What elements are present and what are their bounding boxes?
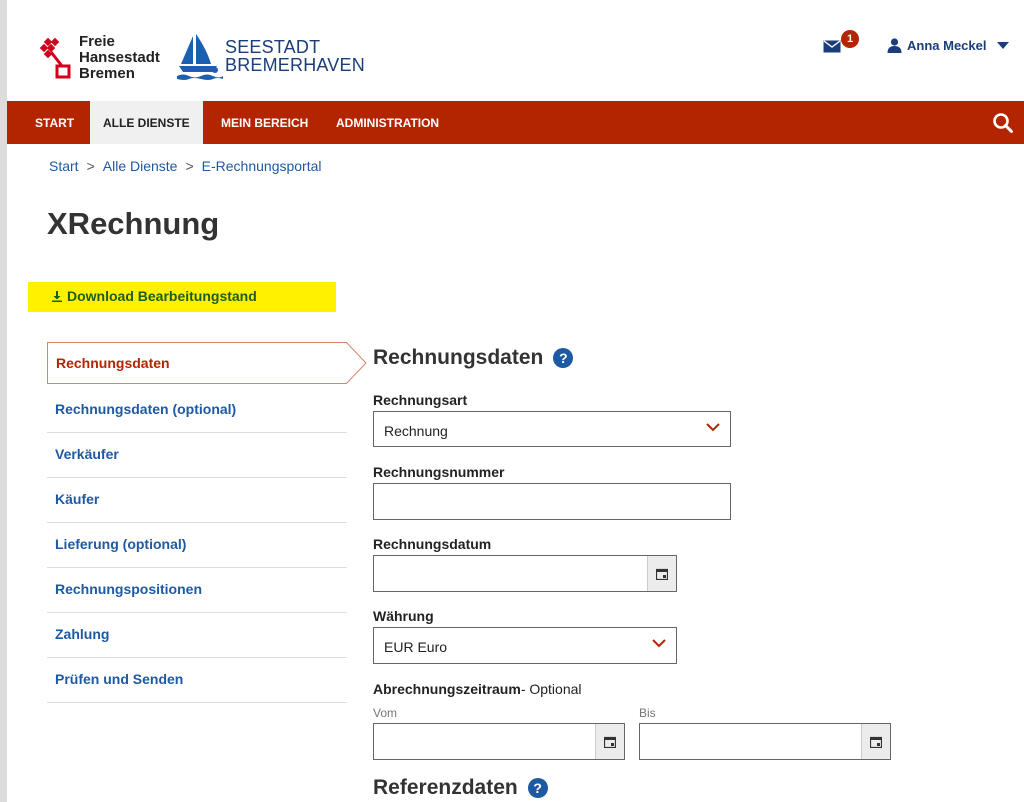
nav-item-administration[interactable]: ADMINISTRATION [336, 101, 439, 144]
sidenav-item-rechnungspositionen[interactable]: Rechnungspositionen [47, 568, 347, 613]
bremen-key-logo-icon [40, 37, 71, 79]
user-icon [887, 38, 902, 53]
calendar-icon [604, 736, 616, 748]
page-title: XRechnung [47, 206, 220, 241]
rechnungsnummer-label: Rechnungsnummer [373, 464, 505, 480]
seestadt-logo-text: SEESTADT BREMERHAVEN [225, 37, 365, 75]
nav-item-alle-dienste[interactable]: ALLE DIENSTE [90, 101, 203, 144]
next-section-title: Referenzdaten ? [373, 776, 548, 800]
breadcrumb-alle-dienste[interactable]: Alle Dienste [103, 158, 178, 174]
help-icon[interactable]: ? [553, 348, 574, 368]
section-title-text: Rechnungsdaten [373, 346, 544, 369]
chevron-down-icon [652, 639, 666, 648]
sidenav-item-kaeufer[interactable]: Käufer [47, 478, 347, 523]
rechnungsart-select[interactable]: Rechnung [373, 411, 731, 447]
help-icon[interactable]: ? [527, 778, 548, 798]
site-header: Freie Hansestadt Bremen SEESTADT BREMERH… [7, 0, 1024, 101]
abrechnungszeitraum-label: Abrechnungszeitraum- Optional [373, 681, 582, 697]
bremen-logo-text: Freie Hansestadt Bremen [79, 33, 160, 82]
bis-calendar-button[interactable] [861, 724, 890, 759]
main-navigation: START ALLE DIENSTE MEIN BEREICH ADMINIST… [7, 101, 1024, 144]
nav-item-start[interactable]: START [35, 101, 74, 144]
vom-date-input[interactable] [373, 723, 625, 760]
waehrung-value: EUR Euro [384, 639, 448, 655]
rechnungsdatum-calendar-button[interactable] [647, 556, 676, 591]
abrechnungszeitraum-label-text: Abrechnungszeitraum [373, 681, 521, 697]
calendar-icon [870, 736, 882, 748]
breadcrumb-e-rechnungsportal[interactable]: E-Rechnungsportal [202, 158, 322, 174]
download-icon [52, 290, 62, 302]
download-highlight: Download Bearbeitungstand [28, 282, 336, 312]
sidenav-item-zahlung[interactable]: Zahlung [47, 613, 347, 658]
rechnungsart-label: Rechnungsart [373, 392, 468, 408]
sidenav-item-rechnungsdaten[interactable]: Rechnungsdaten [47, 342, 367, 384]
active-arrow-icon [346, 342, 367, 384]
vom-label: Vom [373, 706, 398, 720]
rechnungsdatum-label: Rechnungsdatum [373, 536, 492, 552]
calendar-icon [656, 568, 668, 580]
section-title: Rechnungsdaten ? [373, 346, 574, 370]
optional-hint: - Optional [520, 681, 582, 697]
search-icon[interactable] [992, 112, 1014, 134]
breadcrumb: Start > Alle Dienste > E-Rechnungsportal [49, 158, 322, 174]
rechnungsdatum-input[interactable] [373, 555, 677, 592]
waehrung-label: Währung [373, 608, 434, 624]
download-label: Download Bearbeitungstand [67, 288, 257, 304]
messages-button[interactable]: 1 [823, 30, 863, 58]
chevron-down-icon [706, 423, 720, 432]
caret-down-icon [997, 41, 1010, 49]
rechnungsart-value: Rechnung [384, 423, 448, 439]
rechnungsnummer-input[interactable] [373, 483, 731, 520]
sidenav-item-label: Rechnungsdaten [56, 355, 170, 371]
sidenav-item-verkaeufer[interactable]: Verkäufer [47, 433, 347, 478]
form-section-navigation: Rechnungsdaten Rechnungsdaten (optional)… [47, 342, 367, 703]
sidenav-item-pruefen-senden[interactable]: Prüfen und Senden [47, 658, 347, 703]
sidenav-item-rechnungsdaten-optional[interactable]: Rechnungsdaten (optional) [47, 388, 347, 433]
user-menu[interactable]: Anna Meckel [887, 38, 1010, 53]
breadcrumb-start[interactable]: Start [49, 158, 79, 174]
nav-item-mein-bereich[interactable]: MEIN BEREICH [221, 101, 308, 144]
seestadt-ship-logo-icon [177, 34, 223, 80]
unread-count-badge: 1 [841, 30, 859, 48]
envelope-icon [823, 40, 841, 53]
bis-date-input[interactable] [639, 723, 891, 760]
next-section-title-text: Referenzdaten [373, 776, 518, 799]
waehrung-select[interactable]: EUR Euro [373, 627, 677, 664]
left-edge-strip [0, 0, 7, 802]
vom-calendar-button[interactable] [595, 724, 624, 759]
bis-label: Bis [639, 706, 656, 720]
sidenav-item-lieferung[interactable]: Lieferung (optional) [47, 523, 347, 568]
download-link[interactable]: Download Bearbeitungstand [52, 288, 257, 304]
user-name: Anna Meckel [907, 38, 987, 53]
